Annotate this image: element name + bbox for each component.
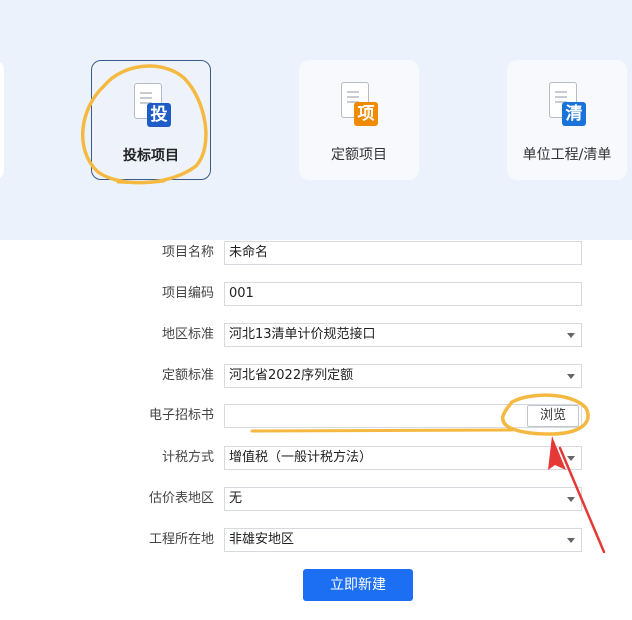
- region-standard-value: 河北13清单计价规范接口: [229, 327, 376, 342]
- list-badge-icon: 清: [562, 102, 586, 126]
- project-type-card-bid[interactable]: 投 投标项目: [91, 60, 211, 180]
- underline-e-tender: [250, 428, 514, 433]
- project-location-label: 工程所在地: [148, 532, 214, 547]
- region-standard-select[interactable]: 河北13清单计价规范接口: [224, 323, 582, 347]
- tax-method-select[interactable]: 增值税（一般计税方法）: [224, 446, 582, 470]
- quota-standard-value: 河北省2022序列定额: [229, 368, 354, 383]
- project-type-panel: 投 投标项目 项 定额项目 清 单位工程/清单: [0, 0, 632, 240]
- e-tender-label: 电子招标书: [148, 408, 214, 423]
- tax-method-value: 增值税（一般计税方法）: [229, 450, 373, 465]
- form-row-project-name: 项目名称 未命名: [0, 241, 632, 265]
- price-region-label: 估价表地区: [148, 491, 214, 506]
- form-row-tax-method: 计税方式 增值税（一般计税方法）: [0, 446, 632, 470]
- tax-method-label: 计税方式: [161, 450, 214, 465]
- form-row-region-standard: 地区标准 河北13清单计价规范接口: [0, 323, 632, 347]
- chevron-down-icon: [567, 374, 575, 379]
- price-region-value: 无: [229, 491, 243, 506]
- form-row-project-location: 工程所在地 非雄安地区: [0, 528, 632, 552]
- chevron-down-icon: [567, 497, 575, 502]
- browse-button[interactable]: 浏览: [527, 405, 579, 427]
- chevron-down-icon: [567, 333, 575, 338]
- project-location-value: 非雄安地区: [229, 532, 295, 547]
- bid-badge-icon: 投: [147, 103, 171, 127]
- create-now-button[interactable]: 立即新建: [303, 569, 413, 601]
- project-name-input[interactable]: 未命名: [224, 241, 582, 265]
- project-type-label: 定额项目: [331, 147, 387, 163]
- region-standard-label: 地区标准: [161, 327, 214, 342]
- project-type-card-quota[interactable]: 项 定额项目: [299, 60, 419, 180]
- project-location-select[interactable]: 非雄安地区: [224, 528, 582, 552]
- project-type-card-unit[interactable]: 清 单位工程/清单: [507, 60, 627, 180]
- quota-standard-label: 定额标准: [161, 368, 214, 383]
- price-region-select[interactable]: 无: [224, 487, 582, 511]
- project-code-value: 001: [229, 286, 254, 301]
- project-type-label: 单位工程/清单: [522, 147, 612, 163]
- chevron-down-icon: [567, 538, 575, 543]
- project-code-input[interactable]: 001: [224, 282, 582, 306]
- chevron-down-icon: [567, 456, 575, 461]
- form-row-price-region: 估价表地区 无: [0, 487, 632, 511]
- project-type-card-partial[interactable]: [0, 60, 4, 180]
- project-name-label: 项目名称: [161, 245, 214, 260]
- quota-badge-icon: 项: [354, 102, 378, 126]
- quota-standard-select[interactable]: 河北省2022序列定额: [224, 364, 582, 388]
- project-code-label: 项目编码: [161, 286, 214, 301]
- form-row-quota-standard: 定额标准 河北省2022序列定额: [0, 364, 632, 388]
- project-name-value: 未命名: [229, 245, 269, 260]
- form-row-project-code: 项目编码 001: [0, 282, 632, 306]
- project-type-label: 投标项目: [123, 148, 179, 164]
